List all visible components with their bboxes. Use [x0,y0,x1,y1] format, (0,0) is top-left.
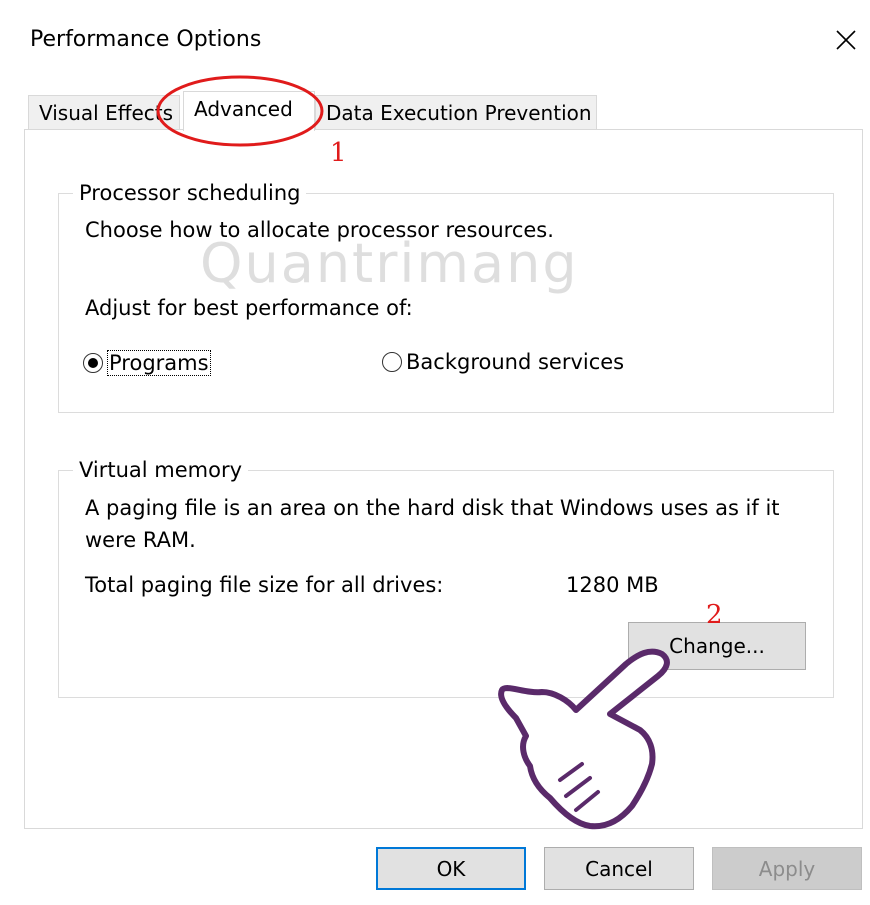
tab-label: Visual Effects [39,101,174,125]
apply-button[interactable]: Apply [712,847,862,890]
close-icon [836,30,856,50]
radio-programs[interactable]: Programs [83,350,211,376]
virtual-memory-legend: Virtual memory [79,458,243,482]
annotation-step-1: 1 [330,138,347,168]
tab-visual-effects[interactable]: Visual Effects [28,95,180,129]
processor-scheduling-description: Choose how to allocate processor resourc… [85,218,554,242]
adjust-performance-label: Adjust for best performance of: [85,296,413,320]
title-bar: Performance Options [0,0,870,78]
ok-button[interactable]: OK [376,847,526,890]
radio-circle [382,352,402,372]
radio-dot [88,358,98,368]
window-title: Performance Options [30,27,262,52]
close-button[interactable] [822,16,870,64]
tab-data-execution-prevention[interactable]: Data Execution Prevention [315,95,597,129]
tab-advanced[interactable]: Advanced [183,91,315,131]
processor-scheduling-legend: Processor scheduling [79,181,301,205]
radio-background-services-label: Background services [406,350,625,374]
total-paging-label: Total paging file size for all drives: [85,573,444,597]
tab-label: Advanced [194,97,293,121]
cancel-button[interactable]: Cancel [544,847,694,890]
virtual-memory-description-line1: A paging file is an area on the hard dis… [85,496,780,520]
radio-programs-label: Programs [107,350,211,376]
performance-options-dialog: Performance Options Visual Effects Advan… [0,0,870,905]
advanced-tab-panel: Processor scheduling Choose how to alloc… [24,129,863,829]
virtual-memory-description-line2: were RAM. [85,528,196,552]
radio-circle-selected [83,353,103,373]
total-paging-value: 1280 MB [566,573,659,597]
radio-background-services[interactable]: Background services [382,350,624,374]
tab-label: Data Execution Prevention [326,101,592,125]
annotation-step-2: 2 [706,600,723,630]
